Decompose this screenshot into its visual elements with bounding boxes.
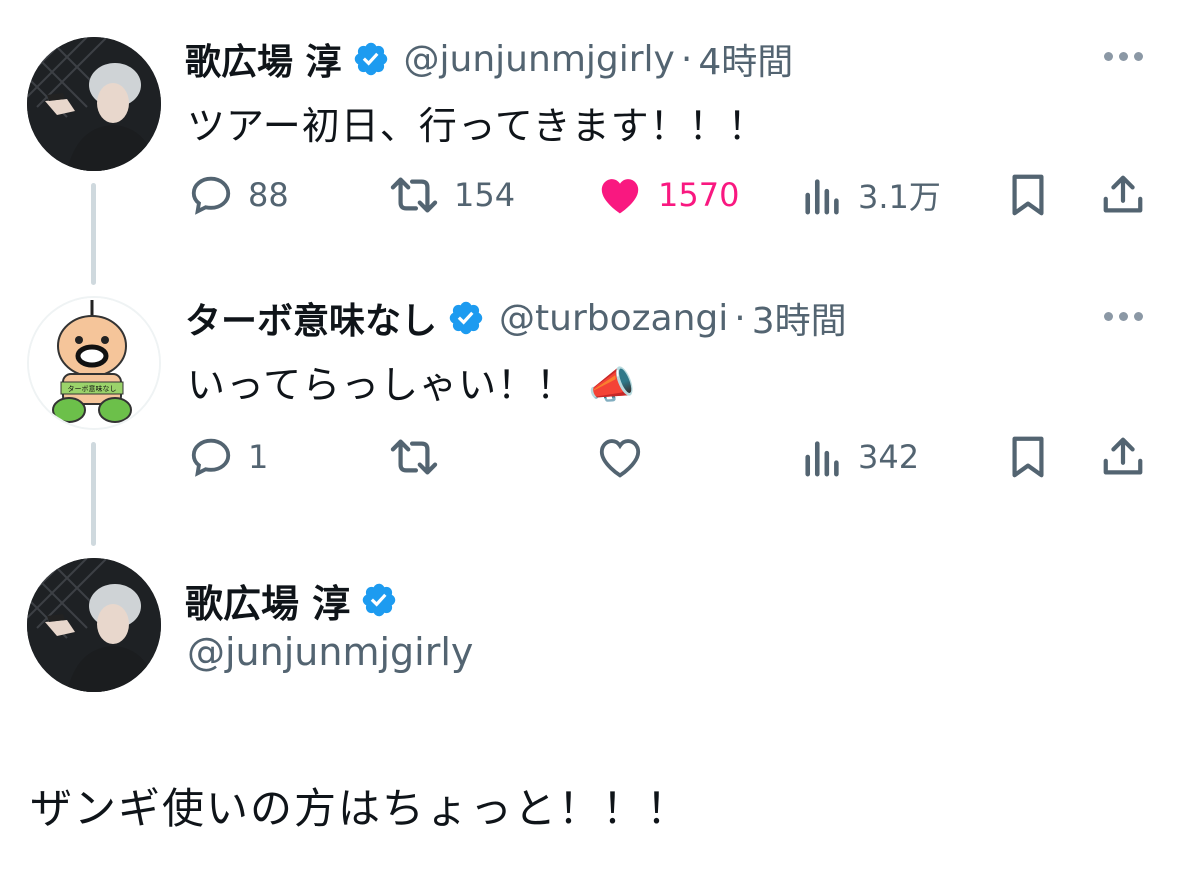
tweet-text: いってらっしゃい！！ 📣 [187, 354, 637, 409]
retweet-count: 154 [454, 176, 516, 214]
like-button[interactable]: 1570 [596, 169, 739, 221]
heart-icon [601, 179, 639, 214]
post-text: ザンギ使いの方はちょっと！！！ [30, 784, 691, 833]
verified-badge-icon [363, 583, 396, 617]
avatar-junjunmjgirly[interactable] [27, 558, 161, 692]
speech-bubble-icon [191, 176, 231, 215]
like-button[interactable] [596, 431, 658, 483]
reply-count: 88 [248, 176, 289, 214]
megaphone-icon: 📣 [588, 363, 637, 407]
mascot-avatar-icon: ターボ意味なし [29, 298, 159, 428]
retweet-arrows-icon [390, 177, 438, 213]
thread-line [91, 183, 96, 285]
verified-badge-icon [354, 42, 387, 76]
timestamp[interactable]: 4時間 [698, 33, 793, 85]
avatar-badge-text: ターボ意味なし [68, 384, 117, 393]
bar-chart-icon [805, 441, 839, 477]
display-name[interactable]: 歌広場 淳 [185, 573, 350, 628]
more-dots-icon[interactable] [1104, 312, 1143, 321]
retweet-arrows-icon [390, 439, 438, 475]
share-upload-icon [1103, 437, 1143, 475]
like-count: 1570 [658, 176, 740, 214]
user-handle[interactable]: @junjunmjgirly [404, 39, 675, 80]
heart-icon [599, 439, 641, 478]
tweet-text: ツアー初日、行ってきます！！！ [187, 104, 767, 148]
bar-chart-icon [805, 179, 839, 215]
timestamp[interactable]: 3時間 [752, 292, 847, 344]
bookmark-icon [1012, 436, 1044, 478]
tweet-header: 歌広場 淳 @junjunmjgirly · 4時間 [185, 33, 793, 85]
separator-dot: · [734, 297, 746, 339]
thread-line [91, 442, 96, 546]
user-handle[interactable]: @turbozangi [499, 298, 728, 339]
display-name[interactable]: ターボ意味なし [185, 292, 437, 344]
verified-badge-icon [449, 301, 483, 335]
view-count: 342 [858, 438, 920, 476]
share-button[interactable] [1100, 169, 1146, 221]
tweet-text-body: いってらっしゃい！！ [187, 363, 576, 407]
speech-bubble-icon [191, 438, 231, 477]
reply-button[interactable]: 1 [188, 431, 268, 483]
bookmark-button[interactable] [1008, 431, 1048, 483]
author-name-row: 歌広場 淳 [185, 574, 398, 626]
display-name[interactable]: 歌広場 淳 [185, 33, 342, 85]
avatar-photo-icon [27, 37, 161, 171]
avatar-turbozangi[interactable]: ターボ意味なし [27, 296, 161, 430]
retweet-button[interactable] [388, 431, 454, 483]
share-button[interactable] [1100, 431, 1146, 483]
avatar-junjunmjgirly[interactable] [27, 37, 161, 171]
views-button[interactable]: 342 [802, 431, 919, 483]
reply-count: 1 [248, 438, 269, 476]
tweet-header: ターボ意味なし @turbozangi · 3時間 [185, 292, 847, 344]
retweet-button[interactable]: 154 [388, 169, 515, 221]
user-handle[interactable]: @junjunmjgirly [187, 630, 473, 674]
share-upload-icon [1103, 175, 1143, 213]
avatar-photo-icon [27, 558, 161, 692]
bookmark-icon [1012, 174, 1044, 216]
views-button[interactable]: 3.1万 [802, 169, 941, 221]
bookmark-button[interactable] [1008, 169, 1048, 221]
separator-dot: · [680, 38, 693, 80]
view-count: 3.1万 [858, 178, 941, 216]
reply-button[interactable]: 88 [188, 169, 289, 221]
more-dots-icon[interactable] [1104, 52, 1143, 61]
